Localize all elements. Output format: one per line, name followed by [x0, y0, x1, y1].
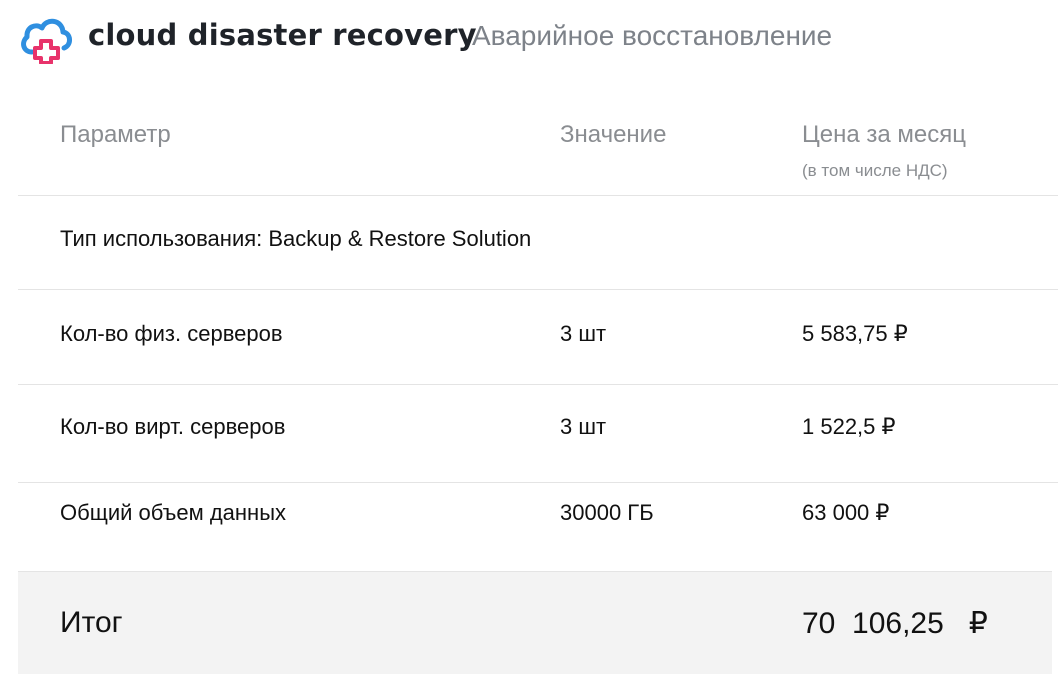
- table-row: Общий объем данных 30000 ГБ 63 000 ₽: [18, 482, 1058, 570]
- table-header: Параметр Значение Цена за месяц (в том ч…: [18, 105, 1058, 196]
- page-subtitle: Аварийное восстановление: [472, 20, 833, 51]
- row-price: 63 000 ₽: [802, 500, 890, 525]
- cloud-cross-icon: [21, 18, 72, 64]
- row-value: 3 шт: [560, 414, 607, 439]
- total-label: Итог: [60, 606, 123, 639]
- row-param: Кол-во физ. серверов: [60, 321, 283, 346]
- column-header-value: Значение: [560, 121, 667, 148]
- table-row: Кол-во физ. серверов 3 шт 5 583,75 ₽: [18, 289, 1058, 385]
- table-row: Кол-во вирт. серверов 3 шт 1 522,5 ₽: [18, 384, 1058, 483]
- row-value: 3 шт: [560, 321, 607, 346]
- brand-name: cloud disaster recovery: [88, 18, 477, 52]
- row-price: 5 583,75 ₽: [802, 321, 908, 346]
- row-param: Общий объем данных: [60, 500, 287, 525]
- usage-type-row: Тип использования: Backup & Restore Solu…: [18, 195, 1058, 290]
- header: cloud disaster recovery Аварийное восста…: [0, 0, 1058, 80]
- row-price: 1 522,5 ₽: [802, 414, 896, 439]
- row-value: 30000 ГБ: [560, 500, 654, 525]
- row-param: Кол-во вирт. серверов: [60, 414, 286, 439]
- usage-type-label: Тип использования: Backup & Restore Solu…: [60, 226, 532, 251]
- column-header-price: Цена за месяц: [802, 121, 966, 148]
- column-header-price-note: (в том числе НДС): [802, 161, 948, 180]
- total-row: Итог 70 106,25 ₽: [18, 571, 1052, 674]
- total-value: 70 106,25 ₽: [802, 607, 988, 640]
- column-header-param: Параметр: [60, 121, 171, 148]
